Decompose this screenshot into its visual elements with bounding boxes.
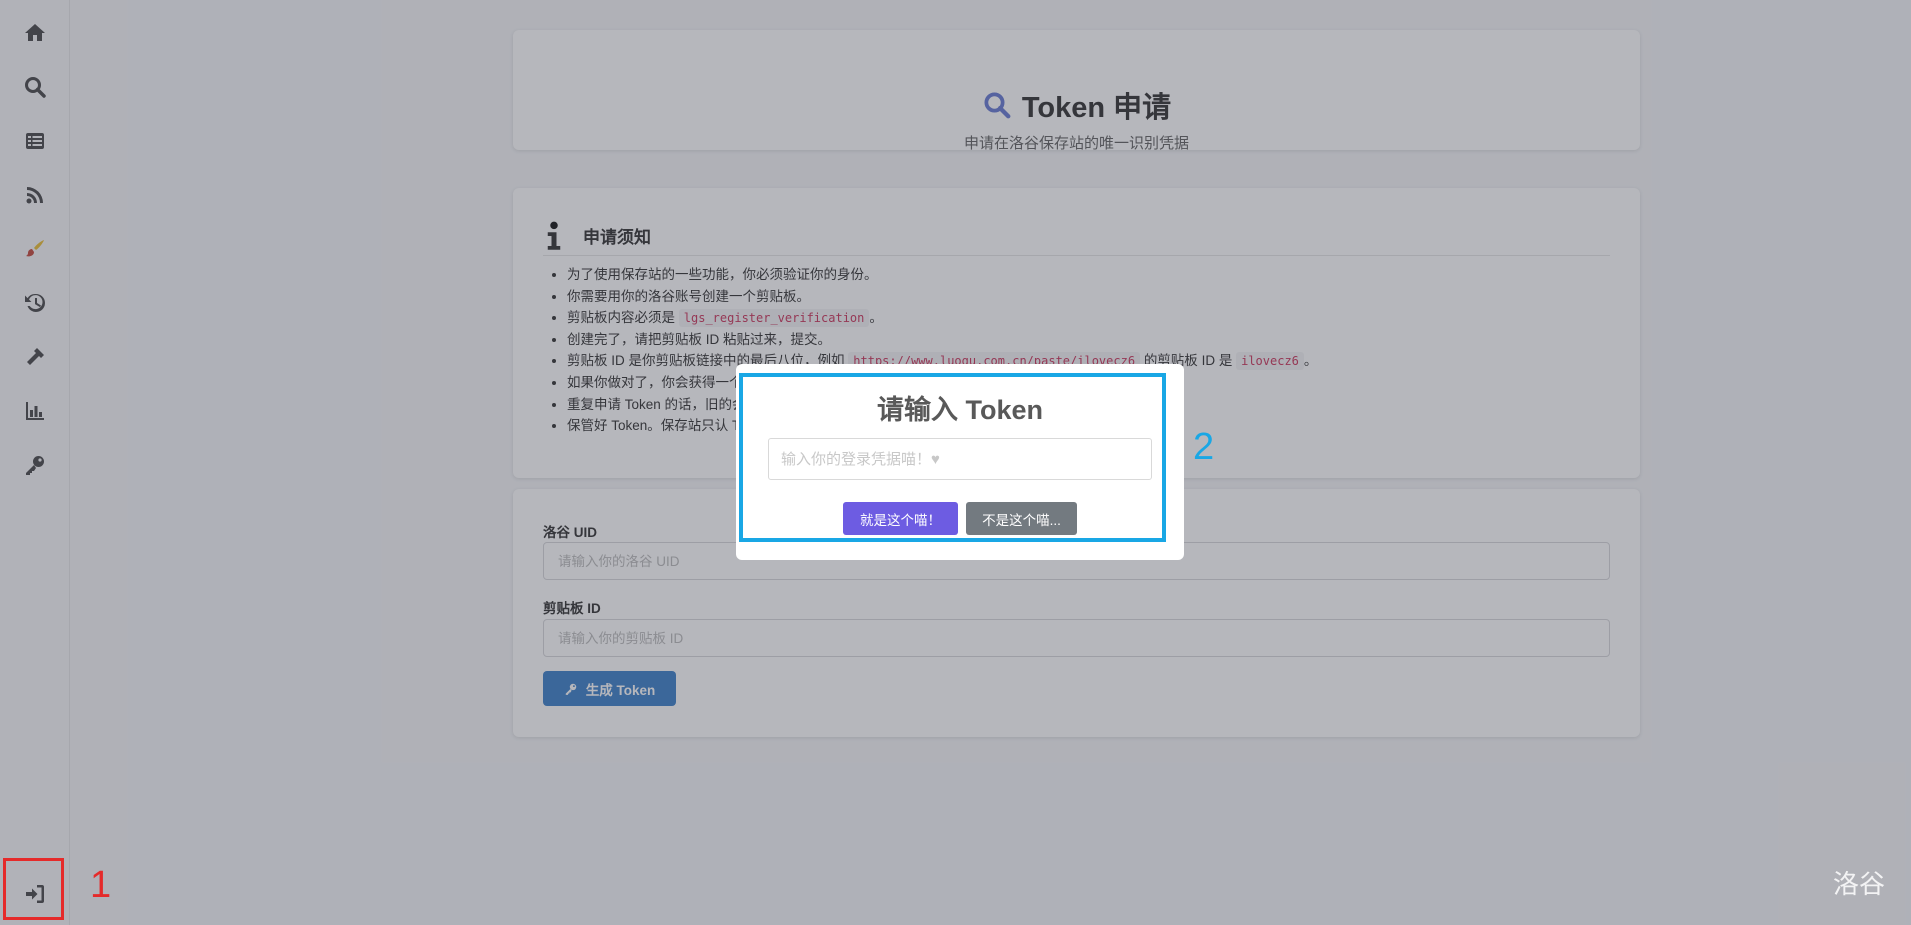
annotation-label-2: 2: [1193, 426, 1215, 468]
brand-watermark: 洛谷: [1832, 869, 1885, 899]
annotation-box-2: [739, 373, 1166, 542]
annotation-box-1: [3, 858, 64, 920]
annotation-label-1: 1: [90, 864, 112, 906]
